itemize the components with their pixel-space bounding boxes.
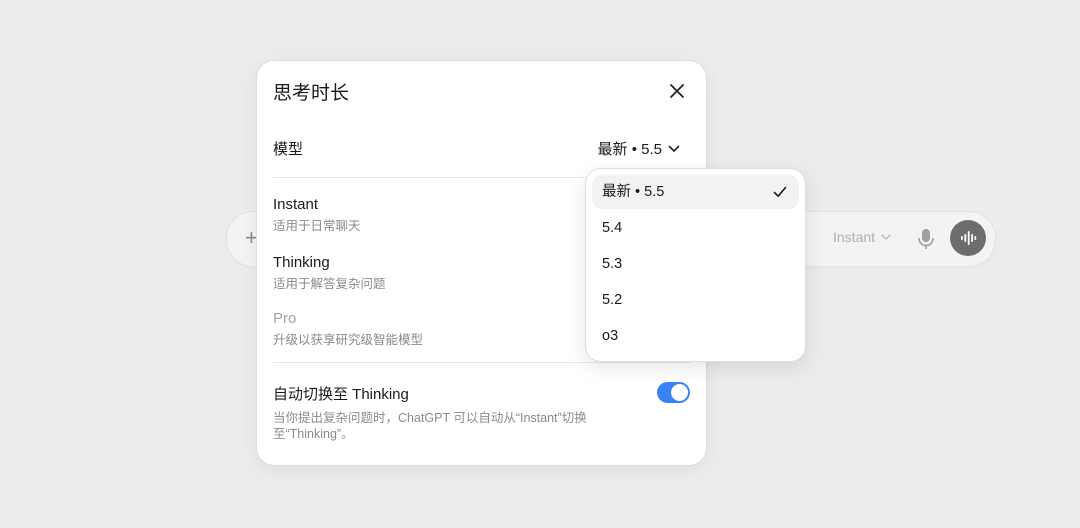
dropdown-item-label: 5.3 xyxy=(602,256,623,272)
option-instant[interactable]: Instant 适用于日常聊天 xyxy=(273,195,573,234)
option-thinking[interactable]: Thinking 适用于解答复杂问题 xyxy=(273,253,573,292)
composer-model-label: Instant xyxy=(833,229,876,245)
checkmark-icon xyxy=(773,186,787,197)
composer-model-picker[interactable]: Instant xyxy=(833,229,891,245)
model-version-value: 最新 • 5.5 xyxy=(597,141,662,158)
option-name: Thinking xyxy=(273,254,330,271)
auto-switch-label: 自动切换至 Thinking xyxy=(273,386,409,403)
dropdown-item-5-4[interactable]: 5.4 xyxy=(592,211,799,245)
model-version-dropdown: 最新 • 5.5 5.4 5.3 5.2 o3 xyxy=(585,168,806,362)
dropdown-item-label: 5.4 xyxy=(602,220,623,236)
dropdown-item-label: o3 xyxy=(602,328,619,344)
chevron-down-icon xyxy=(881,234,891,240)
dropdown-item-label: 5.2 xyxy=(602,292,623,308)
option-desc: 适用于日常聊天 xyxy=(273,219,361,233)
dropdown-item-5-3[interactable]: 5.3 xyxy=(592,247,799,281)
option-name: Instant xyxy=(273,196,319,213)
dropdown-item-o3[interactable]: o3 xyxy=(592,319,799,353)
voice-mode-button[interactable] xyxy=(950,220,986,256)
voice-waveform-icon xyxy=(961,231,977,245)
dialog-title: 思考时长 xyxy=(273,83,350,104)
option-desc: 适用于解答复杂问题 xyxy=(273,277,386,291)
auto-switch-description: 当你提出复杂问题时，ChatGPT 可以自动从“Instant”切换至“Thin… xyxy=(273,411,587,441)
model-row-label: 模型 xyxy=(273,141,304,158)
model-version-select[interactable]: 最新 • 5.5 xyxy=(598,138,680,159)
dropdown-item-label: 最新 • 5.5 xyxy=(602,184,665,200)
dropdown-item-5-2[interactable]: 5.2 xyxy=(592,283,799,317)
divider xyxy=(273,362,690,363)
dropdown-item-latest-5-5[interactable]: 最新 • 5.5 xyxy=(592,175,799,209)
option-pro[interactable]: Pro 升级以获享研究级智能模型 xyxy=(273,309,573,348)
option-desc: 升级以获享研究级智能模型 xyxy=(273,333,424,347)
chevron-down-icon xyxy=(668,145,680,152)
option-name: Pro xyxy=(273,310,297,327)
close-icon[interactable] xyxy=(665,79,689,103)
toggle-knob xyxy=(671,384,688,401)
microphone-icon[interactable] xyxy=(916,227,936,251)
auto-switch-toggle[interactable] xyxy=(657,382,690,403)
